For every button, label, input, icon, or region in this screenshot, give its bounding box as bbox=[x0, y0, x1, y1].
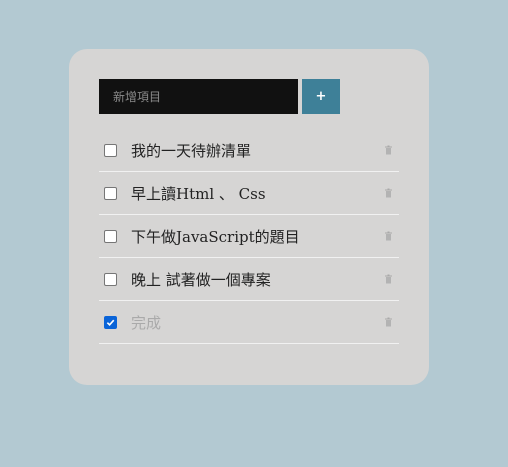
new-item-input[interactable] bbox=[99, 79, 298, 114]
todo-checkbox[interactable] bbox=[104, 143, 117, 157]
todo-checkbox[interactable] bbox=[104, 315, 117, 329]
trash-icon[interactable] bbox=[385, 145, 392, 155]
todo-card: + 我的一天待辦清單 早上讀Html 、 Css 下午做JavaScript的題… bbox=[69, 49, 429, 385]
todo-item: 晚上 試著做一個專案 bbox=[99, 258, 399, 301]
todo-checkbox[interactable] bbox=[104, 186, 117, 200]
todo-item-text: 下午做JavaScript的題目 bbox=[131, 227, 300, 246]
todo-item-text: 我的一天待辦清單 bbox=[131, 141, 252, 160]
add-item-button[interactable]: + bbox=[302, 79, 340, 114]
todo-item: 我的一天待辦清單 bbox=[99, 129, 399, 172]
todo-item: 下午做JavaScript的題目 bbox=[99, 215, 399, 258]
todo-item: 完成 bbox=[99, 301, 399, 344]
todo-item: 早上讀Html 、 Css bbox=[99, 172, 399, 215]
trash-icon[interactable] bbox=[385, 317, 392, 327]
todo-checkbox[interactable] bbox=[104, 272, 117, 286]
trash-icon[interactable] bbox=[385, 274, 392, 284]
todo-item-text: 晚上 試著做一個專案 bbox=[131, 270, 271, 289]
trash-icon[interactable] bbox=[385, 231, 392, 241]
todo-checkbox[interactable] bbox=[104, 229, 117, 243]
todo-list: 我的一天待辦清單 早上讀Html 、 Css 下午做JavaScript的題目 … bbox=[99, 129, 399, 344]
add-item-row: + bbox=[99, 79, 340, 114]
trash-icon[interactable] bbox=[385, 188, 392, 198]
todo-item-text: 完成 bbox=[131, 313, 162, 332]
todo-item-text: 早上讀Html 、 Css bbox=[131, 184, 266, 203]
